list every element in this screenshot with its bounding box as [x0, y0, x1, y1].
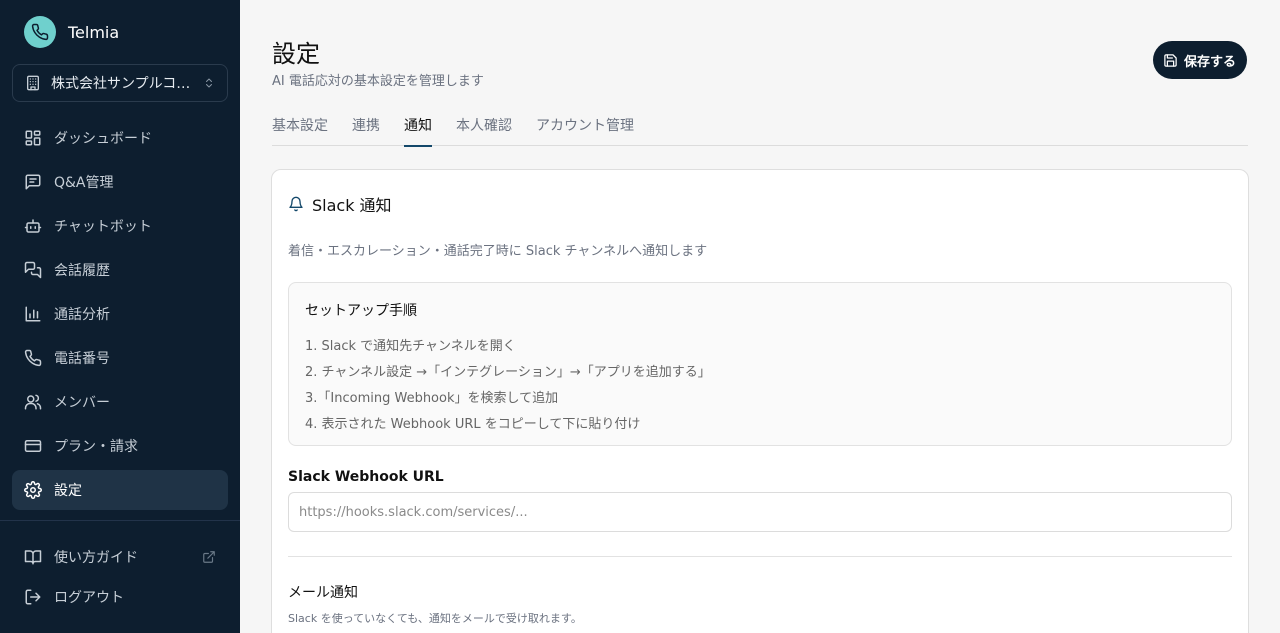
sidebar-item-billing[interactable]: プラン・請求: [12, 426, 228, 466]
org-name: 株式会社サンプルコ…: [51, 76, 191, 92]
sidebar-item-logout[interactable]: ログアウト: [12, 577, 228, 617]
card-title: Slack 通知: [312, 196, 392, 215]
external-link-icon: [203, 551, 215, 563]
sidebar-item-guide[interactable]: 使い方ガイド: [12, 537, 228, 577]
webhook-label: Slack Webhook URL: [288, 469, 444, 485]
dashboard-icon: [25, 130, 41, 146]
main-content: 設定 AI 電話応対の基本設定を管理します 保存する 基本設定 連携 通知 本人…: [240, 0, 1280, 633]
phone-icon: [24, 349, 42, 367]
logout-icon: [25, 589, 41, 605]
save-button[interactable]: 保存する: [1152, 41, 1247, 79]
sidebar-item-label: プラン・請求: [54, 439, 138, 455]
sidebar-item-label: 使い方ガイド: [54, 550, 138, 566]
chart-icon: [25, 306, 41, 322]
save-icon: [1164, 53, 1177, 67]
save-button-label: 保存する: [1183, 53, 1236, 69]
sidebar-item-label: 設定: [54, 483, 82, 499]
setup-step: 1. Slack で通知先チャンネルを開く: [305, 339, 516, 354]
setup-steps-box: セットアップ手順 1. Slack で通知先チャンネルを開く 2. チャンネル設…: [288, 282, 1232, 446]
card-icon: [24, 440, 42, 452]
tab-notification[interactable]: 通知: [404, 104, 432, 147]
sidebar-item-label: 電話番号: [54, 351, 110, 367]
sidebar-item-analytics[interactable]: 通話分析: [12, 294, 228, 334]
mail-notification-description: Slack を使っていなくても、通知をメールで受け取れます。: [288, 612, 582, 625]
sidebar-item-chatbot[interactable]: チャットボット: [12, 206, 228, 246]
chevrons-up-down-icon: [206, 78, 212, 88]
sidebar-nav: ダッシュボード Q&A管理 チャットボット 会話履歴 通話分析 電話番号 メンバ…: [12, 118, 228, 514]
sidebar-divider: [0, 520, 240, 521]
page-title: 設定: [272, 40, 320, 68]
tab-account[interactable]: アカウント管理: [536, 104, 634, 146]
webhook-url-input[interactable]: [288, 492, 1232, 532]
sidebar-item-label: 通話分析: [54, 307, 110, 323]
sidebar-item-members[interactable]: メンバー: [12, 382, 228, 422]
bell-icon: [289, 196, 303, 212]
sidebar-item-label: チャットボット: [54, 219, 152, 235]
section-divider: [288, 556, 1232, 557]
page-subtitle: AI 電話応対の基本設定を管理します: [272, 74, 484, 89]
sidebar-item-dashboard[interactable]: ダッシュボード: [12, 118, 228, 158]
users-icon: [24, 394, 42, 410]
sidebar-item-phone-numbers[interactable]: 電話番号: [12, 338, 228, 378]
phone-logo-icon: [24, 16, 56, 48]
brand[interactable]: Telmia: [24, 16, 119, 48]
sidebar-item-history[interactable]: 会話履歴: [12, 250, 228, 290]
setup-step: 4. 表示された Webhook URL をコピーして下に貼り付け: [305, 417, 641, 432]
sidebar: Telmia 株式会社サンプルコ… ダッシュボード Q&A管理 チャットボット …: [0, 0, 240, 633]
sidebar-item-label: ログアウト: [54, 590, 124, 606]
sidebar-item-qa[interactable]: Q&A管理: [12, 162, 228, 202]
slack-notification-card: Slack 通知 着信・エスカレーション・通話完了時に Slack チャンネルへ…: [271, 169, 1249, 633]
building-icon: [27, 75, 39, 91]
book-icon: [24, 550, 42, 565]
sidebar-item-settings[interactable]: 設定: [12, 470, 228, 510]
qa-icon: [25, 174, 41, 190]
org-selector[interactable]: 株式会社サンプルコ…: [12, 64, 228, 102]
tab-integration[interactable]: 連携: [352, 104, 380, 146]
tab-identity[interactable]: 本人確認: [456, 104, 512, 146]
settings-tabs: 基本設定 連携 通知 本人確認 アカウント管理: [272, 104, 1248, 147]
sidebar-item-label: 会話履歴: [54, 263, 110, 279]
setup-step: 3.「Incoming Webhook」を検索して追加: [305, 391, 559, 406]
chat-history-icon: [24, 261, 42, 279]
sidebar-item-label: Q&A管理: [54, 175, 114, 191]
bot-icon: [24, 219, 42, 233]
card-header: Slack 通知: [288, 192, 392, 216]
setup-step: 2. チャンネル設定 →「インテグレーション」→「アプリを追加する」: [305, 365, 711, 380]
tab-basic[interactable]: 基本設定: [272, 104, 328, 146]
sidebar-item-label: ダッシュボード: [54, 131, 152, 147]
sidebar-item-label: メンバー: [54, 395, 110, 411]
gear-icon: [24, 481, 42, 499]
card-description: 着信・エスカレーション・通話完了時に Slack チャンネルへ通知します: [288, 244, 708, 259]
mail-notification-title: メール通知: [288, 585, 358, 601]
setup-steps-title: セットアップ手順: [305, 303, 417, 319]
sidebar-bottom-nav: 使い方ガイド ログアウト: [12, 537, 228, 617]
brand-name: Telmia: [68, 22, 120, 42]
